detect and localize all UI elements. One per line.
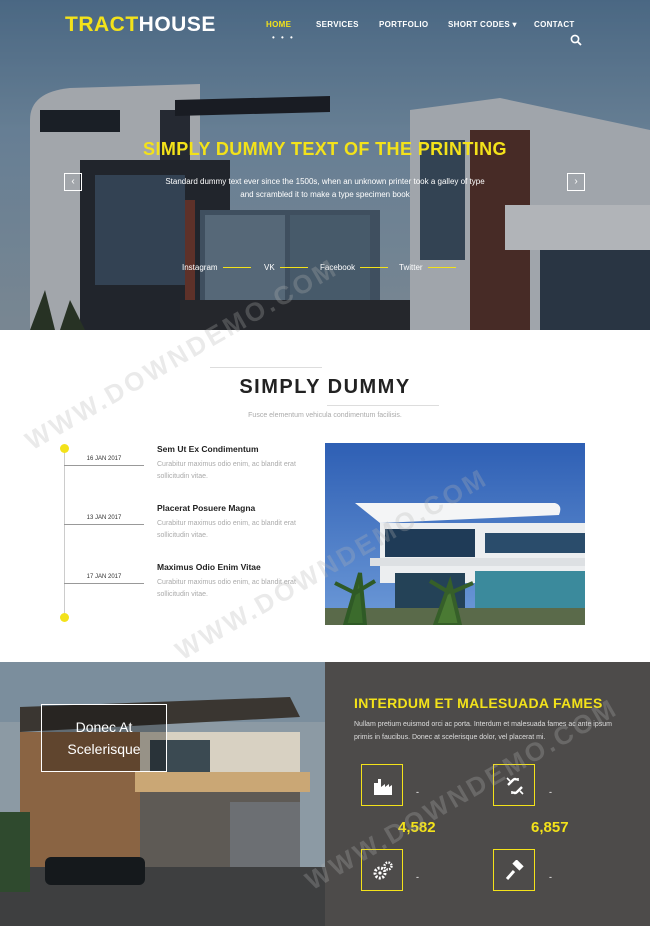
social-underline bbox=[360, 267, 389, 268]
modern-house-image bbox=[325, 443, 585, 625]
section-title: SIMPLY DUMMY bbox=[239, 376, 411, 398]
broken-link-icon bbox=[506, 777, 524, 795]
social-link-twitter[interactable]: Twitter bbox=[399, 263, 456, 272]
stats-section: Donec At Scelerisque INTERDUM ET MALESUA… bbox=[0, 662, 650, 926]
timeline-item: Sem Ut Ex Condimentum Curabitur maximus … bbox=[157, 444, 307, 483]
social-label: VK bbox=[264, 263, 275, 272]
stat-icon-box bbox=[493, 849, 535, 891]
timeline-item-title[interactable]: Maximus Odio Enim Vitae bbox=[157, 562, 307, 572]
timeline-date: 13 JAN 2017 bbox=[64, 515, 144, 525]
nav-contact[interactable]: CONTACT bbox=[534, 20, 575, 29]
section-subtitle: Fusce elementum vehicula condimentum fac… bbox=[248, 412, 402, 419]
nav-services[interactable]: SERVICES bbox=[316, 20, 359, 29]
stat-value: 4,582 bbox=[398, 819, 436, 836]
title-divider-bottom bbox=[327, 405, 439, 406]
social-link-facebook[interactable]: Facebook bbox=[320, 263, 389, 272]
stats-panel: INTERDUM ET MALESUADA FAMES Nullam preti… bbox=[325, 662, 650, 926]
feature-box-line1: Donec At bbox=[75, 719, 133, 735]
main-nav: HOME SERVICES PORTFOLIO SHORT CODES ▾ CO… bbox=[0, 20, 650, 34]
social-label: Instagram bbox=[182, 263, 218, 272]
timeline-item-text: Curabitur maximus odio enim, ac blandit … bbox=[157, 579, 296, 598]
search-icon[interactable] bbox=[570, 34, 582, 46]
house-photo bbox=[0, 662, 325, 926]
stats-image-panel: Donec At Scelerisque bbox=[0, 662, 325, 926]
slider-prev-button[interactable]: ‹ bbox=[64, 173, 82, 191]
timeline-dot-top bbox=[60, 444, 69, 453]
nav-active-indicator: • • • bbox=[272, 33, 295, 42]
social-underline bbox=[222, 267, 251, 268]
stat-dash: - bbox=[416, 787, 419, 797]
social-link-instagram[interactable]: Instagram bbox=[182, 263, 251, 272]
timeline-dot-bottom bbox=[60, 613, 69, 622]
stat-dash: - bbox=[416, 872, 419, 882]
hero-title: SIMPLY DUMMY TEXT OF THE PRINTING bbox=[143, 139, 507, 159]
stat-icon-box bbox=[361, 849, 403, 891]
timeline-line bbox=[64, 448, 65, 618]
title-divider-top bbox=[210, 367, 322, 368]
social-link-vk[interactable]: VK bbox=[264, 263, 308, 272]
stat-icon-box bbox=[493, 764, 535, 806]
timeline-item-text: Curabitur maximus odio enim, ac blandit … bbox=[157, 520, 296, 539]
gears-icon bbox=[373, 861, 393, 880]
page: TRACTHOUSE HOME SERVICES PORTFOLIO SHORT… bbox=[0, 0, 650, 926]
nav-home[interactable]: HOME bbox=[266, 20, 291, 29]
timeline-item-title[interactable]: Sem Ut Ex Condimentum bbox=[157, 444, 307, 454]
hero-overlay bbox=[0, 0, 650, 330]
stats-text: Nullam pretium euismod orci ac porta. In… bbox=[354, 721, 612, 741]
gavel-icon bbox=[505, 860, 524, 880]
social-label: Twitter bbox=[399, 263, 423, 272]
timeline-date: 17 JAN 2017 bbox=[64, 574, 144, 584]
timeline-item-title[interactable]: Placerat Posuere Magna bbox=[157, 503, 307, 513]
stat-icon-box bbox=[361, 764, 403, 806]
timeline-date: 16 JAN 2017 bbox=[64, 456, 144, 466]
stats-title: INTERDUM ET MALESUADA FAMES bbox=[354, 695, 603, 711]
feature-box-line2: Scelerisque bbox=[67, 741, 141, 757]
factory-icon bbox=[374, 779, 392, 795]
timeline-item: Placerat Posuere Magna Curabitur maximus… bbox=[157, 503, 307, 542]
timeline-section: SIMPLY DUMMY Fusce elementum vehicula co… bbox=[0, 330, 650, 662]
hero-text: Standard dummy text ever since the 1500s… bbox=[165, 177, 485, 199]
stat-value: 6,857 bbox=[531, 819, 569, 836]
social-underline bbox=[427, 267, 456, 268]
stat-dash: - bbox=[549, 872, 552, 882]
timeline-item-text: Curabitur maximus odio enim, ac blandit … bbox=[157, 461, 296, 480]
hero-slider: TRACTHOUSE HOME SERVICES PORTFOLIO SHORT… bbox=[0, 0, 650, 330]
timeline-item: Maximus Odio Enim Vitae Curabitur maximu… bbox=[157, 562, 307, 601]
slider-next-button[interactable]: › bbox=[567, 173, 585, 191]
social-underline bbox=[279, 267, 308, 268]
stat-dash: - bbox=[549, 787, 552, 797]
social-label: Facebook bbox=[320, 263, 356, 272]
nav-portfolio[interactable]: PORTFOLIO bbox=[379, 20, 428, 29]
feature-box[interactable]: Donec At Scelerisque bbox=[41, 704, 167, 772]
nav-short-codes[interactable]: SHORT CODES ▾ bbox=[448, 20, 517, 29]
